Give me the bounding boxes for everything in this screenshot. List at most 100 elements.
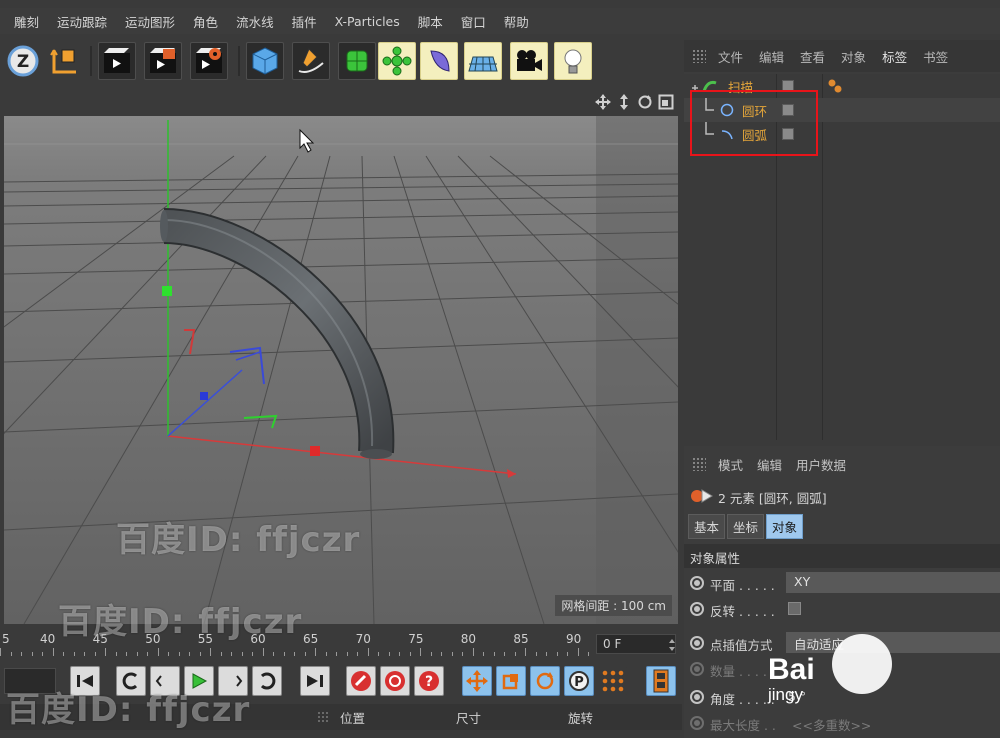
om-menu-view[interactable]: 查看 bbox=[800, 47, 825, 66]
om-menu-objects[interactable]: 对象 bbox=[841, 47, 866, 66]
next-key-icon bbox=[260, 672, 276, 690]
film-strip-icon bbox=[653, 669, 669, 693]
grid-spacing-label: 网格间距 : 100 cm bbox=[555, 595, 672, 616]
render-picture-viewer-button[interactable] bbox=[144, 42, 182, 80]
maximize-view-icon[interactable] bbox=[658, 94, 674, 110]
menu-script[interactable]: 脚本 bbox=[418, 12, 443, 31]
timeline-tick bbox=[178, 652, 180, 656]
baidu-watermark: Bai jingy bbox=[768, 654, 815, 704]
position-header: 位置 bbox=[340, 711, 366, 726]
timeline-tick-label: 5 bbox=[2, 632, 10, 646]
attribute-manager-menu: 模式 编辑 用户数据 bbox=[684, 452, 1000, 476]
tab-basic[interactable]: 基本 bbox=[688, 514, 726, 539]
material-tag-icon[interactable] bbox=[826, 78, 846, 94]
om-menu-edit[interactable]: 编辑 bbox=[759, 47, 784, 66]
go-to-end-button[interactable] bbox=[300, 666, 330, 696]
grip-icon bbox=[318, 712, 328, 722]
parameter-key-button[interactable]: P bbox=[564, 666, 594, 696]
timeline-tick-label: 40 bbox=[40, 632, 56, 646]
om-menu-bookmarks[interactable]: 书签 bbox=[923, 47, 948, 66]
next-key-button[interactable] bbox=[252, 666, 282, 696]
timeline-tick bbox=[10, 652, 12, 656]
timeline-button[interactable] bbox=[646, 666, 676, 696]
render-picture-viewer-icon bbox=[150, 48, 176, 73]
coordinate-system-button[interactable] bbox=[44, 42, 82, 80]
timeline-tick bbox=[52, 648, 54, 656]
menu-window[interactable]: 窗口 bbox=[461, 12, 486, 31]
go-to-end-icon bbox=[307, 675, 323, 687]
timeline-tick bbox=[231, 652, 232, 656]
om-menu-file[interactable]: 文件 bbox=[718, 47, 743, 66]
watermark-text: 百度ID: ffjczr bbox=[58, 602, 303, 642]
light-button[interactable] bbox=[554, 42, 592, 80]
rotate-view-icon[interactable] bbox=[637, 94, 653, 110]
timeline-tick bbox=[441, 652, 442, 656]
timeline-tick bbox=[588, 652, 589, 656]
zoom-view-icon[interactable] bbox=[616, 94, 632, 110]
deformer-button[interactable] bbox=[420, 42, 458, 80]
am-menu-mode[interactable]: 模式 bbox=[718, 455, 743, 474]
cloner-button[interactable] bbox=[378, 42, 416, 80]
menu-plugins[interactable]: 插件 bbox=[292, 12, 317, 31]
om-menu-tags[interactable]: 标签 bbox=[882, 47, 907, 66]
render-view-button[interactable] bbox=[98, 42, 136, 80]
tab-object[interactable]: 对象 bbox=[766, 514, 804, 539]
question-icon: ? bbox=[419, 671, 439, 691]
animate-toggle-icon[interactable] bbox=[690, 602, 704, 616]
move-key-button[interactable] bbox=[462, 666, 492, 696]
timeline-tick bbox=[399, 652, 400, 656]
timeline-tick bbox=[378, 652, 379, 656]
subdivision-generator-button[interactable] bbox=[338, 42, 376, 80]
timeline-tick bbox=[115, 652, 117, 656]
timeline-tick bbox=[367, 648, 369, 656]
move-view-icon[interactable] bbox=[595, 94, 611, 110]
cube-primitive-button[interactable] bbox=[246, 42, 284, 80]
animate-toggle-icon[interactable] bbox=[690, 576, 704, 590]
cinema4d-window: 雕刻 运动跟踪 运动图形 角色 流水线 插件 X-Particles 脚本 窗口… bbox=[0, 0, 1000, 738]
timeline-tick bbox=[273, 652, 274, 656]
render-view-icon bbox=[104, 48, 130, 73]
move-arrows-icon bbox=[466, 670, 488, 692]
camera-button[interactable] bbox=[510, 42, 548, 80]
timeline-tick bbox=[346, 652, 348, 656]
plane-select[interactable]: XY bbox=[786, 572, 1000, 593]
main-toolbar: Z bbox=[0, 36, 682, 88]
prop-label: 最大长度 . . bbox=[710, 718, 776, 733]
rotation-header: 旋转 bbox=[568, 711, 594, 726]
menu-character[interactable]: 角色 bbox=[193, 12, 218, 31]
pen-spline-button[interactable] bbox=[292, 42, 330, 80]
timeline-tick-label: 70 bbox=[355, 632, 371, 646]
menu-motion-tracking[interactable]: 运动跟踪 bbox=[57, 12, 107, 31]
menu-mograph[interactable]: 运动图形 bbox=[125, 12, 175, 31]
z-axis-lock-button[interactable]: Z bbox=[4, 42, 42, 80]
am-menu-edit[interactable]: 编辑 bbox=[757, 455, 782, 474]
light-icon bbox=[564, 49, 582, 74]
auto-key-button[interactable] bbox=[380, 666, 410, 696]
menu-x-particles[interactable]: X-Particles bbox=[335, 14, 400, 29]
record-button[interactable] bbox=[346, 666, 376, 696]
animate-toggle-icon[interactable] bbox=[690, 636, 704, 650]
rotate-key-button[interactable] bbox=[530, 666, 560, 696]
frame-stepper-icon[interactable] bbox=[668, 639, 676, 651]
tab-coord[interactable]: 坐标 bbox=[727, 514, 765, 539]
prop-reverse: 反转 . . . . . bbox=[688, 598, 1000, 620]
point-level-key-button[interactable] bbox=[598, 666, 628, 696]
scale-key-button[interactable] bbox=[496, 666, 526, 696]
render-settings-button[interactable] bbox=[190, 42, 228, 80]
timeline-tick bbox=[105, 648, 106, 656]
cloner-icon bbox=[382, 46, 412, 76]
am-menu-user-data[interactable]: 用户数据 bbox=[796, 455, 846, 474]
timeline-tick bbox=[31, 652, 33, 656]
menu-pipeline[interactable]: 流水线 bbox=[236, 12, 274, 31]
grip-icon bbox=[692, 457, 706, 471]
timeline-tick bbox=[0, 648, 1, 656]
current-frame-field[interactable]: 0 F bbox=[596, 634, 676, 654]
menu-sculpt[interactable]: 雕刻 bbox=[14, 12, 39, 31]
reverse-checkbox[interactable] bbox=[788, 602, 801, 615]
floor-plane-button[interactable] bbox=[464, 42, 502, 80]
timeline-tick bbox=[483, 652, 484, 656]
timeline-tick bbox=[168, 652, 169, 656]
menu-help[interactable]: 帮助 bbox=[504, 12, 529, 31]
key-help-button[interactable]: ? bbox=[414, 666, 444, 696]
animate-toggle-icon[interactable] bbox=[690, 690, 704, 704]
